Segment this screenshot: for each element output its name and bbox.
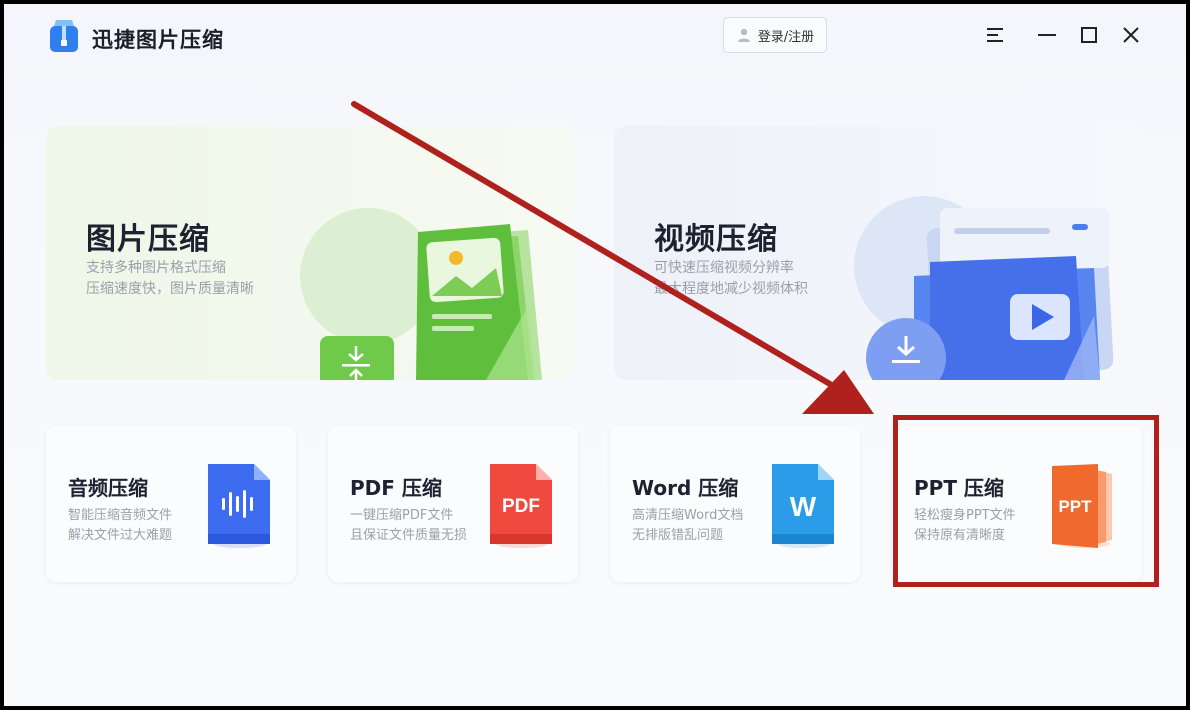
image-compress-illustration <box>300 208 542 380</box>
audio-compress-desc-line1: 智能压缩音频文件 <box>68 508 173 523</box>
image-compress-desc-line1: 支持多种图片格式压缩 <box>86 260 226 276</box>
word-compress-title: Word 压缩 <box>632 476 739 500</box>
pdf-compress-desc-line2: 且保证文件质量无损 <box>350 528 468 543</box>
video-compress-card[interactable]: 视频压缩 可快速压缩视频分辨率 最大程度地减少视频体积 <box>614 126 1142 380</box>
audio-compress-card[interactable]: 音频压缩 智能压缩音频文件 解决文件过大难题 <box>46 426 296 582</box>
minimize-icon <box>1038 34 1056 36</box>
word-file-icon: W <box>772 464 834 548</box>
ppt-compress-desc: 轻松瘦身PPT文件 保持原有清晰度 <box>914 506 1016 546</box>
audio-file-icon <box>208 464 270 548</box>
pdf-icon-label: PDF <box>502 496 540 517</box>
video-compress-desc-line1: 可快速压缩视频分辨率 <box>654 260 794 276</box>
audio-compress-title: 音频压缩 <box>68 476 148 500</box>
word-compress-desc-line2: 无排版错乱问题 <box>632 528 724 543</box>
ppt-icon-label: PPT <box>1058 497 1092 516</box>
ppt-compress-desc-line2: 保持原有清晰度 <box>914 528 1006 543</box>
image-compress-card[interactable]: 图片压缩 支持多种图片格式压缩 压缩速度快，图片质量清晰 <box>46 126 574 380</box>
menu-button[interactable] <box>982 22 1008 48</box>
pdf-compress-card[interactable]: PDF 压缩 一键压缩PDF文件 且保证文件质量无损 PDF <box>328 426 578 582</box>
word-icon-label: W <box>790 491 817 522</box>
ppt-compress-desc-line1: 轻松瘦身PPT文件 <box>914 508 1016 523</box>
video-compress-desc: 可快速压缩视频分辨率 最大程度地减少视频体积 <box>654 258 808 300</box>
word-compress-desc-line1: 高清压缩Word文档 <box>632 508 744 523</box>
pdf-file-icon: PDF <box>490 464 552 548</box>
pdf-compress-title: PDF 压缩 <box>350 476 442 500</box>
video-compress-desc-line2: 最大程度地减少视频体积 <box>654 281 808 297</box>
ppt-compress-title: PPT 压缩 <box>914 476 1004 500</box>
app-window: 迅捷图片压缩 登录/注册 图片压缩 支持多种图片格式压缩 压缩速度快，图片质量清… <box>4 4 1186 706</box>
close-icon <box>1123 27 1139 43</box>
image-compress-title: 图片压缩 <box>86 222 210 257</box>
audio-compress-desc-line2: 解决文件过大难题 <box>68 528 173 543</box>
ppt-compress-card[interactable]: PPT 压缩 轻松瘦身PPT文件 保持原有清晰度 PPT <box>892 426 1142 582</box>
video-compress-illustration <box>854 196 1114 380</box>
login-register-label: 登录/注册 <box>757 29 815 45</box>
app-title: 迅捷图片压缩 <box>92 28 224 52</box>
image-compress-desc-line2: 压缩速度快，图片质量清晰 <box>86 281 254 297</box>
menu-icon <box>987 28 1003 42</box>
maximize-button[interactable] <box>1076 22 1102 48</box>
audio-compress-desc: 智能压缩音频文件 解决文件过大难题 <box>68 506 172 546</box>
pdf-compress-desc-line1: 一键压缩PDF文件 <box>350 508 454 523</box>
pdf-compress-desc: 一键压缩PDF文件 且保证文件质量无损 <box>350 506 467 546</box>
app-logo-icon <box>50 20 78 52</box>
minimize-button[interactable] <box>1034 22 1060 48</box>
close-button[interactable] <box>1118 22 1144 48</box>
word-compress-card[interactable]: Word 压缩 高清压缩Word文档 无排版错乱问题 W <box>610 426 860 582</box>
user-icon <box>737 28 750 42</box>
ppt-file-icon: PPT <box>1052 464 1112 548</box>
video-compress-title: 视频压缩 <box>654 222 778 257</box>
title-bar: 迅捷图片压缩 登录/注册 <box>4 4 1186 74</box>
login-register-button[interactable]: 登录/注册 <box>723 17 827 53</box>
maximize-icon <box>1081 27 1097 43</box>
word-compress-desc: 高清压缩Word文档 无排版错乱问题 <box>632 506 743 546</box>
image-compress-desc: 支持多种图片格式压缩 压缩速度快，图片质量清晰 <box>86 258 254 300</box>
